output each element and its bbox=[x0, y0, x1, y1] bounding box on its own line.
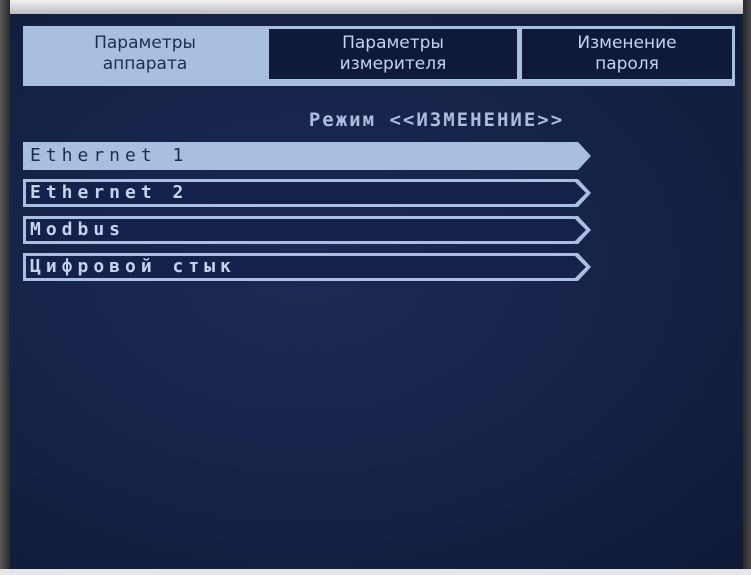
tab-change-password[interactable]: Изменение пароля bbox=[520, 26, 735, 82]
tab-device-parameters[interactable]: Параметры аппарата bbox=[23, 26, 267, 82]
device-bezel-right bbox=[743, 0, 751, 575]
tab-change-password-label: Изменение пароля bbox=[577, 33, 677, 74]
tab-meter-parameters[interactable]: Параметры измерителя bbox=[267, 26, 520, 82]
device-bezel-left bbox=[0, 0, 10, 575]
menu-item-label: Цифровой стык bbox=[30, 256, 236, 277]
menu-item-digital-interface[interactable]: Цифровой стык bbox=[23, 253, 593, 281]
menu-item-ethernet-1[interactable]: Ethernet 1 bbox=[23, 142, 593, 170]
menu-item-label: Ethernet 2 bbox=[30, 182, 189, 203]
tab-device-parameters-label: Параметры аппарата bbox=[94, 33, 196, 74]
device-bezel-bottom bbox=[0, 569, 751, 575]
menu-item-label: Modbus bbox=[30, 219, 126, 240]
tab-bar-underline bbox=[23, 82, 735, 86]
menu-item-modbus[interactable]: Modbus bbox=[23, 216, 593, 244]
settings-menu: Ethernet 1 Ethernet 2 Modbus Цифровой ст… bbox=[23, 142, 593, 290]
device-bezel-top bbox=[0, 0, 751, 14]
device-screen: Параметры аппарата Параметры измерителя … bbox=[10, 14, 743, 569]
mode-title: Режим <<ИЗМЕНЕНИЕ>> bbox=[308, 109, 565, 131]
menu-item-label: Ethernet 1 bbox=[30, 145, 189, 166]
menu-item-ethernet-2[interactable]: Ethernet 2 bbox=[23, 179, 593, 207]
tab-bar: Параметры аппарата Параметры измерителя … bbox=[23, 26, 735, 86]
tab-meter-parameters-label: Параметры измерителя bbox=[339, 33, 447, 74]
